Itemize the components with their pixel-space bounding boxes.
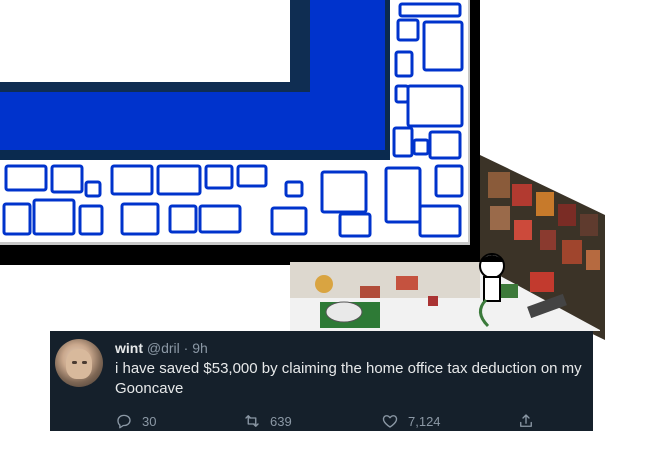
reply-count: 30 [142,413,157,429]
like-count: 7,124 [408,413,441,429]
retweet-button[interactable]: 639 [243,411,292,431]
timestamp[interactable]: 9h [192,340,208,356]
reply-icon [117,414,131,429]
display-name[interactable]: wint [115,340,143,356]
retweet-icon [245,415,259,427]
separator: · [183,340,189,356]
reply-button[interactable]: 30 [115,411,156,431]
like-button[interactable]: 7,124 [381,411,441,431]
tweet-actions: 30 639 7,124 [115,411,585,431]
tweet-card[interactable]: wint @dril · 9h i have saved $53,000 by … [50,331,593,431]
heart-icon [382,415,398,428]
tweet-header: wint @dril · 9h [115,339,208,357]
share-button[interactable] [517,411,535,431]
tweet-text: i have saved $53,000 by claiming the hom… [115,360,582,397]
retweet-count: 639 [270,413,292,429]
avatar[interactable] [55,339,103,387]
frame-inner-white [0,0,290,82]
handle[interactable]: @dril [147,340,180,356]
share-icon [520,414,532,427]
